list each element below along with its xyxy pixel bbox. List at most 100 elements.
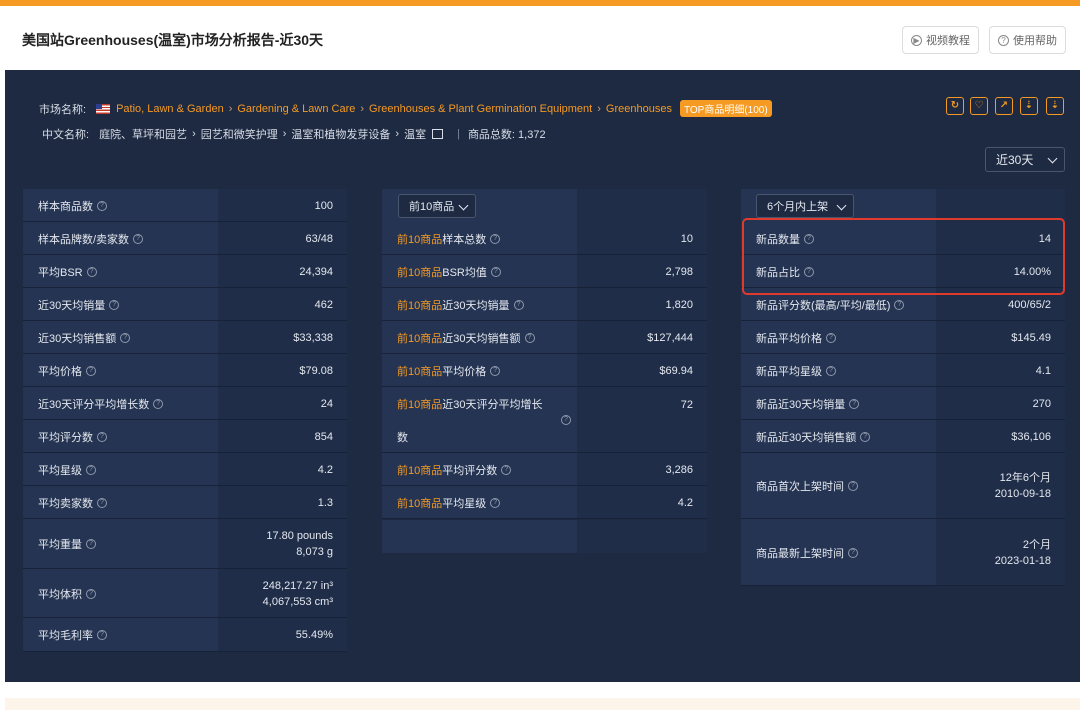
row-label-text: 新品平均价格 xyxy=(756,332,822,345)
row-label-text: 平均卖家数 xyxy=(38,497,93,510)
row-value-wrap: 2个月 2023-01-18 xyxy=(995,537,1051,569)
row-value-wrap: 400/65/2 xyxy=(1008,297,1051,313)
download-icon[interactable]: ⇣ xyxy=(1020,97,1038,115)
breadcrumb-item[interactable]: Greenhouses xyxy=(606,103,672,115)
table-row: 近30天评分平均增长数? 24 xyxy=(23,387,347,420)
row-label: 前10商品平均星级? xyxy=(382,486,577,519)
row-value-text: 63/48 xyxy=(305,232,333,245)
help-icon[interactable]: ? xyxy=(490,497,501,508)
row-value-wrap: 63/48 xyxy=(305,231,333,247)
table-row: 样本品牌数/卖家数? 63/48 xyxy=(23,222,347,255)
breadcrumb-item[interactable]: Greenhouses & Plant Germination Equipmen… xyxy=(369,103,592,115)
cn-breadcrumb-item: 园艺和微笑护理 xyxy=(200,129,278,141)
table-row: 前10商品样本总数? 10 xyxy=(382,222,707,255)
new-products-select-value: 6个月内上架 xyxy=(767,201,829,213)
row-label-prefix: 前10商品 xyxy=(397,398,443,411)
help-icon[interactable]: ? xyxy=(826,365,836,376)
row-value-wrap: 1.3 xyxy=(318,495,333,511)
help-icon[interactable]: ? xyxy=(501,464,512,475)
row-value-text: 10 xyxy=(680,232,693,245)
help-icon[interactable]: ? xyxy=(561,415,571,425)
row-value: 55.49% xyxy=(218,618,347,652)
table-row: 商品首次上架时间? 12年6个月 2010-09-18 xyxy=(741,453,1065,519)
help-icon[interactable]: ? xyxy=(513,299,524,310)
breadcrumb-item[interactable]: Patio, Lawn & Garden xyxy=(116,103,224,115)
row-value-wrap: 248,217.27 in³ 4,067,553 cm³ xyxy=(263,578,333,610)
new-products-select[interactable]: 6个月内上架 xyxy=(756,194,854,218)
row-value-wrap: $79.08 xyxy=(299,363,333,379)
row-value-text: 17.80 pounds xyxy=(266,530,333,542)
top-items-badge[interactable]: TOP商品明细(100) xyxy=(679,100,772,117)
share-arrow-icon[interactable]: ↗ xyxy=(995,97,1013,115)
row-value-text: 72 xyxy=(680,399,693,411)
help-icon[interactable]: ? xyxy=(86,539,96,549)
row-label-text: 前10商品近30天评分平均增长 xyxy=(397,396,543,412)
help-icon[interactable]: ? xyxy=(86,588,96,599)
help-icon[interactable]: ? xyxy=(109,299,120,310)
row-value-wrap: 854 xyxy=(315,429,333,445)
help-icon[interactable]: ? xyxy=(524,332,535,343)
row-value-secondary: 4,067,553 cm³ xyxy=(262,595,333,608)
row-value-text: 100 xyxy=(314,199,333,212)
table-row: 近30天均销售额? $33,338 xyxy=(23,321,347,354)
table-row: 前10商品近30天评分平均增长数? 72 xyxy=(382,387,707,453)
favorite-icon[interactable]: ♡ xyxy=(970,97,988,115)
row-value-text: 4.2 xyxy=(317,463,333,476)
help-icon[interactable]: ? xyxy=(490,233,501,244)
row-value-text: 248,217.27 in³ xyxy=(262,579,333,592)
row-label-text: 样本商品数 xyxy=(38,200,93,213)
help-icon[interactable]: ? xyxy=(894,299,905,310)
market-name-label: 市场名称: xyxy=(39,103,87,116)
help-button[interactable]: ? 使用帮助 xyxy=(989,26,1066,54)
refresh-icon[interactable]: ↻ xyxy=(946,97,964,115)
help-icon[interactable]: ? xyxy=(120,332,131,343)
row-value-text: $127,444 xyxy=(647,331,693,344)
help-icon[interactable]: ? xyxy=(86,266,97,277)
share-icon[interactable] xyxy=(432,129,444,139)
row-value: 2个月 2023-01-18 xyxy=(936,519,1065,586)
help-icon[interactable]: ? xyxy=(826,332,836,343)
help-icon[interactable]: ? xyxy=(97,630,107,640)
row-label-text: 新品评分数(最高/平均/最低) xyxy=(756,299,891,312)
row-label: 前10商品平均评分数? xyxy=(382,453,577,486)
row-value-wrap: 462 xyxy=(315,297,333,313)
breadcrumb-item[interactable]: Gardening & Lawn Care xyxy=(237,103,355,115)
help-icon[interactable]: ? xyxy=(849,398,860,409)
help-icon[interactable]: ? xyxy=(97,431,107,442)
table-row: 前10商品近30天均销量? 1,820 xyxy=(382,288,707,321)
help-icon[interactable]: ? xyxy=(153,398,164,409)
row-value: 248,217.27 in³ 4,067,553 cm³ xyxy=(218,569,347,618)
row-value-text: 24 xyxy=(320,397,333,410)
row-label-name: 平均星级 xyxy=(442,497,487,510)
help-icon[interactable]: ? xyxy=(97,497,107,508)
row-label: 前10商品BSR均值? xyxy=(382,255,577,288)
row-value: 12年6个月 2010-09-18 xyxy=(936,453,1065,519)
row-label-prefix: 前10商品 xyxy=(397,332,443,345)
row-value-wrap: 4.2 xyxy=(678,495,693,511)
row-value: 4.2 xyxy=(218,453,347,486)
row-label-name: 平均评分数 xyxy=(442,464,498,477)
row-value-wrap: 72 xyxy=(681,397,693,413)
help-icon[interactable]: ? xyxy=(97,200,107,211)
help-icon[interactable]: ? xyxy=(490,365,501,376)
chinese-name-row: 中文名称: 庭院、草坪和园艺 › 园艺和微笑护理 › 温室和植物发芽设备 › 温… xyxy=(42,126,546,142)
top10-select[interactable]: 前10商品 xyxy=(398,194,476,218)
table-row: 商品最新上架时间? 2个月 2023-01-18 xyxy=(741,519,1065,586)
help-icon[interactable]: ? xyxy=(860,431,871,442)
table-row: 前10商品平均评分数? 3,286 xyxy=(382,453,707,486)
row-value-wrap: 2,798 xyxy=(665,264,693,280)
help-icon[interactable]: ? xyxy=(86,464,96,475)
help-icon[interactable]: ? xyxy=(490,266,501,277)
row-label-text: 前10商品平均价格 xyxy=(397,363,486,379)
help-icon[interactable]: ? xyxy=(848,547,858,558)
period-select[interactable]: 近30天 xyxy=(985,147,1065,172)
export-icon[interactable]: ⇣ xyxy=(1046,97,1064,115)
row-label-wrap: 前10商品近30天评分平均增长数 xyxy=(397,387,543,453)
video-tutorial-button[interactable]: ▶ 视频教程 xyxy=(902,26,979,54)
help-icon[interactable]: ? xyxy=(86,365,96,376)
row-label-text: 前10商品平均评分数 xyxy=(397,462,497,478)
row-label-text: 近30天均销售额 xyxy=(38,332,117,345)
help-icon[interactable]: ? xyxy=(133,233,144,244)
report-header: 美国站Greenhouses(温室)市场分析报告-近30天 ▶ 视频教程 ? 使… xyxy=(0,6,1080,70)
help-icon[interactable]: ? xyxy=(848,481,858,491)
